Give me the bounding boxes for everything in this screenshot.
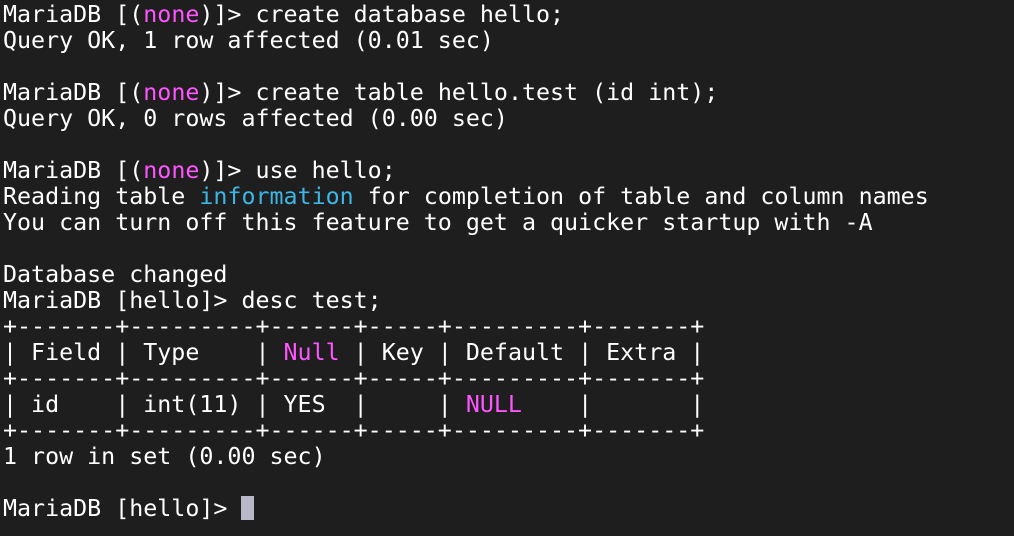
terminal-line-19 [3, 470, 1014, 496]
terminal-line-20[interactable]: MariaDB [hello]> [3, 496, 1014, 522]
table-cell-text: | | [521, 391, 705, 418]
text-cursor [241, 496, 255, 520]
terminal-line-3 [3, 54, 1014, 80]
keyword-highlight: information [199, 183, 354, 210]
terminal-line-18: 1 row in set (0.00 sec) [3, 443, 326, 470]
terminal-line-1: MariaDB [(none)]> create database hello; [3, 2, 1014, 28]
database-name-highlight: none [143, 157, 200, 184]
null-value-highlight: NULL [465, 391, 522, 418]
terminal-line-2: Query OK, 1 row affected (0.01 sec) [3, 27, 494, 54]
terminal-line-4: MariaDB [(none)]> create table hello.tes… [3, 80, 1014, 106]
terminal-line-5: Query OK, 0 rows affected (0.00 sec) [3, 105, 508, 132]
prompt-text: MariaDB [( [3, 157, 144, 184]
table-border-bottom: +-------+---------+------+-----+--------… [3, 417, 705, 444]
prompt-text: MariaDB [( [3, 1, 144, 28]
prompt-text: MariaDB [( [3, 79, 144, 106]
terminal-line-11: Database changed [3, 261, 228, 288]
terminal-line-8: Reading table information for completion… [3, 184, 1014, 210]
terminal-line-9: You can turn off this feature to get a q… [3, 209, 873, 236]
terminal-window[interactable]: MariaDB [(none)]> create database hello;… [0, 0, 1014, 536]
table-header-text: | Field | Type | [3, 339, 284, 366]
terminal-line-12: MariaDB [hello]> desc test; [3, 287, 382, 314]
output-text: Reading table [3, 183, 200, 210]
null-column-highlight: Null [283, 339, 340, 366]
table-border-mid: +-------+---------+------+-----+--------… [3, 365, 705, 392]
command-text: )]> create database hello; [199, 1, 565, 28]
terminal-line-10 [3, 236, 1014, 262]
prompt-text: MariaDB [hello]> [3, 495, 242, 522]
command-text: )]> create table hello.test (id int); [199, 79, 719, 106]
command-text: )]> use hello; [199, 157, 396, 184]
output-text: for completion of table and column names [353, 183, 929, 210]
table-row: | id | int(11) | YES | | NULL | | [3, 392, 1014, 418]
terminal-line-7: MariaDB [(none)]> use hello; [3, 158, 1014, 184]
table-header-row: | Field | Type | Null | Key | Default | … [3, 340, 1014, 366]
database-name-highlight: none [143, 1, 200, 28]
terminal-line-6 [3, 132, 1014, 158]
table-header-text: | Key | Default | Extra | [339, 339, 705, 366]
table-cell-text: | id | int(11) | YES | | [3, 391, 466, 418]
database-name-highlight: none [143, 79, 200, 106]
table-border-top: +-------+---------+------+-----+--------… [3, 313, 705, 340]
